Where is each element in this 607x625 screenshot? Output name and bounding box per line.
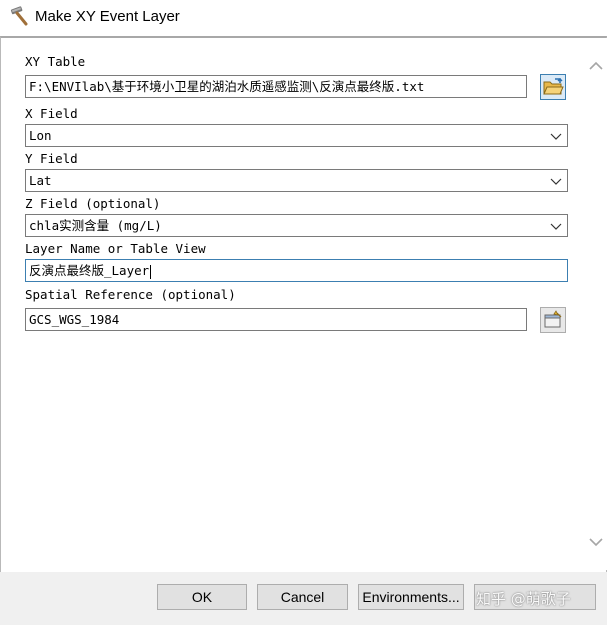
ok-button[interactable]: OK [157, 584, 247, 610]
parameters-panel [0, 36, 607, 574]
spatial-reference-properties-button[interactable] [540, 307, 566, 333]
spatial-reference-input[interactable]: GCS_WGS_1984 [25, 308, 527, 331]
window-title: Make XY Event Layer [35, 8, 180, 25]
scroll-up-arrow-icon[interactable] [588, 60, 604, 72]
y-field-select[interactable]: Lat [25, 169, 568, 192]
y-field-value: Lat [29, 173, 52, 188]
scroll-down-arrow-icon[interactable] [588, 536, 604, 548]
title-bar: Make XY Event Layer [0, 0, 607, 34]
xy-table-input[interactable]: F:\ENVIlab\基于环境小卫星的湖泊水质遥感监测\反演点最终版.txt [25, 75, 527, 98]
y-field-label: Y Field [25, 151, 78, 166]
x-field-select[interactable]: Lon [25, 124, 568, 147]
watermark: 知乎 @萌歌子 [476, 590, 571, 608]
spatial-reference-label: Spatial Reference (optional) [25, 287, 236, 302]
layer-name-input[interactable]: 反演点最终版_Layer [25, 259, 568, 282]
open-folder-icon [543, 78, 564, 95]
layer-name-label: Layer Name or Table View [25, 241, 206, 256]
z-field-label: Z Field (optional) [25, 196, 161, 211]
xy-table-label: XY Table [25, 54, 86, 69]
cancel-button[interactable]: Cancel [257, 584, 348, 610]
layer-name-value: 反演点最终版_Layer [29, 263, 150, 278]
environments-button[interactable]: Environments... [358, 584, 464, 610]
chevron-down-icon [550, 178, 562, 185]
z-field-value: chla实测含量 (mg/L) [29, 218, 162, 233]
x-field-label: X Field [25, 106, 78, 121]
spatial-reference-properties-icon [544, 310, 562, 328]
text-caret [150, 264, 152, 279]
z-field-select[interactable]: chla实测含量 (mg/L) [25, 214, 568, 237]
chevron-down-icon [550, 223, 562, 230]
x-field-value: Lon [29, 128, 52, 143]
hammer-icon [10, 6, 28, 26]
xy-table-browse-button[interactable] [540, 74, 566, 100]
chevron-down-icon [550, 133, 562, 140]
vertical-scrollbar[interactable] [585, 38, 607, 570]
